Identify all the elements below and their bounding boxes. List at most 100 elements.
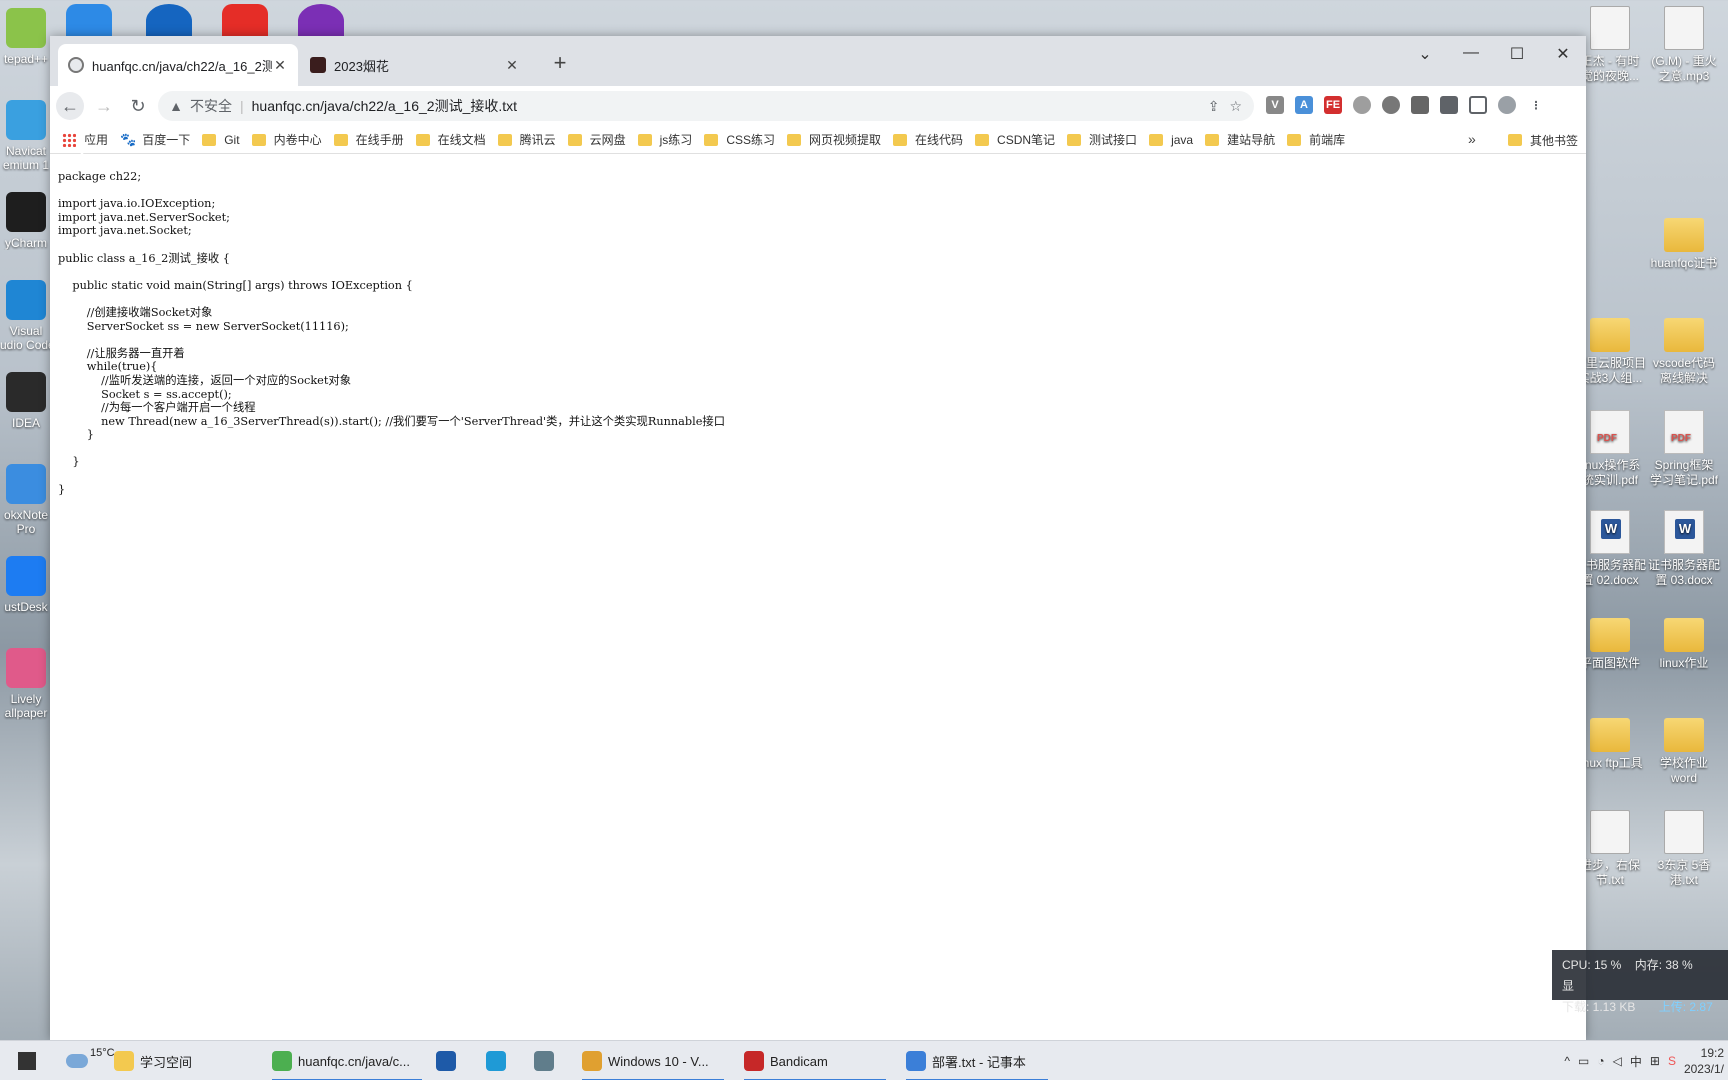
desktop-icon-label: Navicat emium 1 — [2, 144, 49, 172]
profile-avatar-icon[interactable] — [1498, 96, 1516, 114]
bookmark-item[interactable]: 在线手册 — [333, 131, 404, 148]
bookmark-item[interactable]: java — [1149, 133, 1193, 147]
bookmark-label: 前端库 — [1309, 133, 1346, 147]
sidebar-icon[interactable] — [1469, 96, 1487, 114]
other-bookmarks[interactable]: 其他书签 — [1507, 126, 1578, 154]
desktop-icon-label: Lively allpaper — [4, 692, 48, 720]
desktop-icon[interactable]: IDEA — [0, 372, 52, 430]
new-tab-button[interactable]: + — [548, 50, 572, 76]
desktop-icon[interactable]: huanfqc证书 — [1646, 210, 1722, 271]
reload-button[interactable]: ↻ — [124, 92, 152, 120]
taskbar-app[interactable]: 部署.txt - 记事本 — [906, 1041, 1048, 1080]
bookmark-item[interactable]: 网页视频提取 — [787, 131, 881, 148]
share-icon[interactable]: ⇪ — [1208, 98, 1220, 115]
bookmark-item[interactable]: CSS练习 — [704, 131, 775, 148]
taskbar-app[interactable] — [486, 1041, 512, 1080]
taskbar-app[interactable] — [436, 1041, 462, 1080]
desktop-app-icon[interactable] — [298, 4, 344, 38]
cloud-icon — [66, 1054, 88, 1068]
desktop-icon[interactable]: ustDesk — [0, 556, 52, 614]
bookmark-label: 百度一下 — [142, 133, 191, 147]
close-window-button[interactable]: ✕ — [1548, 44, 1578, 64]
desktop-icon[interactable]: tepad++ — [0, 8, 52, 66]
extension-box-icon[interactable] — [1411, 96, 1429, 114]
bookmark-item[interactable]: 在线代码 — [893, 131, 963, 148]
taskbar-app[interactable]: Windows 10 - V... — [582, 1041, 724, 1080]
bookmark-item[interactable]: 建站导航 — [1205, 131, 1275, 148]
tab-search-icon[interactable]: ⌄ — [1410, 44, 1440, 64]
desktop-icon[interactable]: (G.M) - 重火 之意.mp3 — [1646, 6, 1722, 84]
taskbar-app[interactable] — [534, 1041, 560, 1080]
desktop-icon[interactable]: Spring框架 学习笔记.pdf — [1646, 410, 1722, 488]
close-tab-icon[interactable]: ✕ — [504, 57, 520, 74]
bookmark-label: java — [1171, 132, 1194, 147]
weather-widget[interactable]: 15°C — [66, 1041, 115, 1080]
tab-title: huanfqc.cn/java/ch22/a_16_2测 — [92, 58, 272, 74]
start-button[interactable] — [18, 1041, 36, 1080]
bookmark-label: 云网盘 — [589, 133, 626, 147]
folder-icon — [415, 133, 430, 146]
translate-icon[interactable]: A — [1295, 96, 1313, 114]
taskbar-app-label: Bandicam — [770, 1053, 828, 1069]
desktop-app-icon[interactable] — [66, 4, 112, 38]
bookmark-item[interactable]: CSDN笔记 — [975, 131, 1055, 148]
desktop-icon[interactable]: Lively allpaper — [0, 648, 52, 720]
desktop-icon[interactable]: linux作业 — [1646, 610, 1722, 671]
desktop-icon[interactable]: vscode代码 离线解决 — [1646, 310, 1722, 386]
tab-active[interactable]: huanfqc.cn/java/ch22/a_16_2测 ✕ — [58, 44, 298, 86]
desktop-icon[interactable]: yCharm — [0, 192, 52, 250]
bookmark-item[interactable]: 腾讯云 — [497, 131, 556, 148]
maximize-button[interactable]: ☐ — [1502, 44, 1532, 64]
desktop-app-icon[interactable] — [146, 4, 192, 38]
bookmark-item[interactable]: 测试接口 — [1067, 131, 1137, 148]
taskbar-app[interactable]: huanfqc.cn/java/c... — [272, 1041, 422, 1080]
bookmarks-overflow-button[interactable]: » — [1468, 131, 1476, 147]
app-icon — [6, 556, 46, 596]
desktop-icon[interactable]: 3东京 5香 港.txt — [1646, 810, 1722, 888]
input-method-icon[interactable]: ⊞ — [1650, 1054, 1660, 1068]
address-bar[interactable]: ▲ 不安全 | huanfqc.cn/java/ch22/a_16_2测试_接收… — [158, 91, 1254, 121]
back-button[interactable]: ← — [56, 92, 84, 120]
extension-eye-icon[interactable] — [1353, 96, 1371, 114]
extension-v-icon[interactable]: V — [1266, 96, 1284, 114]
chevron-up-icon[interactable]: ^ — [1564, 1054, 1570, 1068]
fireworks-favicon-icon — [310, 57, 326, 73]
desktop-icon-label: 学校作业 word — [1659, 756, 1708, 785]
extension-globe-icon[interactable] — [1382, 96, 1400, 114]
ime-icon[interactable]: 中 — [1630, 1053, 1642, 1070]
bookmark-star-icon[interactable]: ☆ — [1229, 98, 1242, 115]
bookmark-item[interactable]: 🐾 百度一下 — [120, 131, 190, 148]
tab-inactive[interactable]: 2023烟花 ✕ — [300, 44, 530, 86]
weather-temp: 15°C — [90, 1047, 115, 1059]
bookmark-item[interactable]: 云网盘 — [567, 131, 626, 148]
more-menu-icon[interactable]: ⋮ — [1527, 96, 1545, 114]
app-tray-icon[interactable]: S — [1668, 1054, 1676, 1068]
bookmark-item[interactable]: 前端库 — [1287, 131, 1345, 148]
desktop-icon-label: tepad++ — [3, 52, 49, 66]
bookmark-item[interactable]: js练习 — [637, 131, 692, 148]
taskbar-app[interactable]: Bandicam — [744, 1041, 886, 1080]
clock[interactable]: 19:2 2023/1/ — [1684, 1045, 1724, 1077]
desktop-icon[interactable]: Navicat emium 1 — [0, 100, 52, 172]
desktop-icon[interactable]: okxNote Pro — [0, 464, 52, 536]
desktop-icon[interactable]: 学校作业 word — [1646, 710, 1722, 786]
fe-helper-icon[interactable]: FE — [1324, 96, 1342, 114]
speaker-icon[interactable]: ◁ — [1613, 1054, 1622, 1068]
forward-button[interactable]: → — [90, 92, 118, 120]
bookmark-item[interactable]: 在线文档 — [415, 131, 486, 148]
battery-icon[interactable]: ▭ — [1578, 1054, 1589, 1068]
bookmark-item[interactable]: 内卷中心 — [251, 131, 322, 148]
desktop-icon[interactable]: Visual udio Code — [0, 280, 52, 352]
desktop-app-icon[interactable] — [222, 4, 268, 38]
minimize-button[interactable]: — — [1456, 44, 1486, 62]
folder-icon — [637, 133, 652, 146]
folder-icon — [1664, 318, 1704, 352]
close-tab-icon[interactable]: ✕ — [272, 57, 288, 74]
folder-icon — [975, 133, 990, 146]
bookmark-item[interactable]: Git — [202, 133, 240, 147]
desktop-icon[interactable]: 证书服务器配 置 03.docx — [1646, 510, 1722, 588]
puzzle-icon[interactable] — [1440, 96, 1458, 114]
taskbar-app[interactable]: 学习空间 — [114, 1041, 256, 1080]
wifi-icon[interactable]: ◔ — [1597, 1054, 1604, 1068]
desktop-icon-label: 3东京 5香 港.txt — [1657, 858, 1711, 887]
